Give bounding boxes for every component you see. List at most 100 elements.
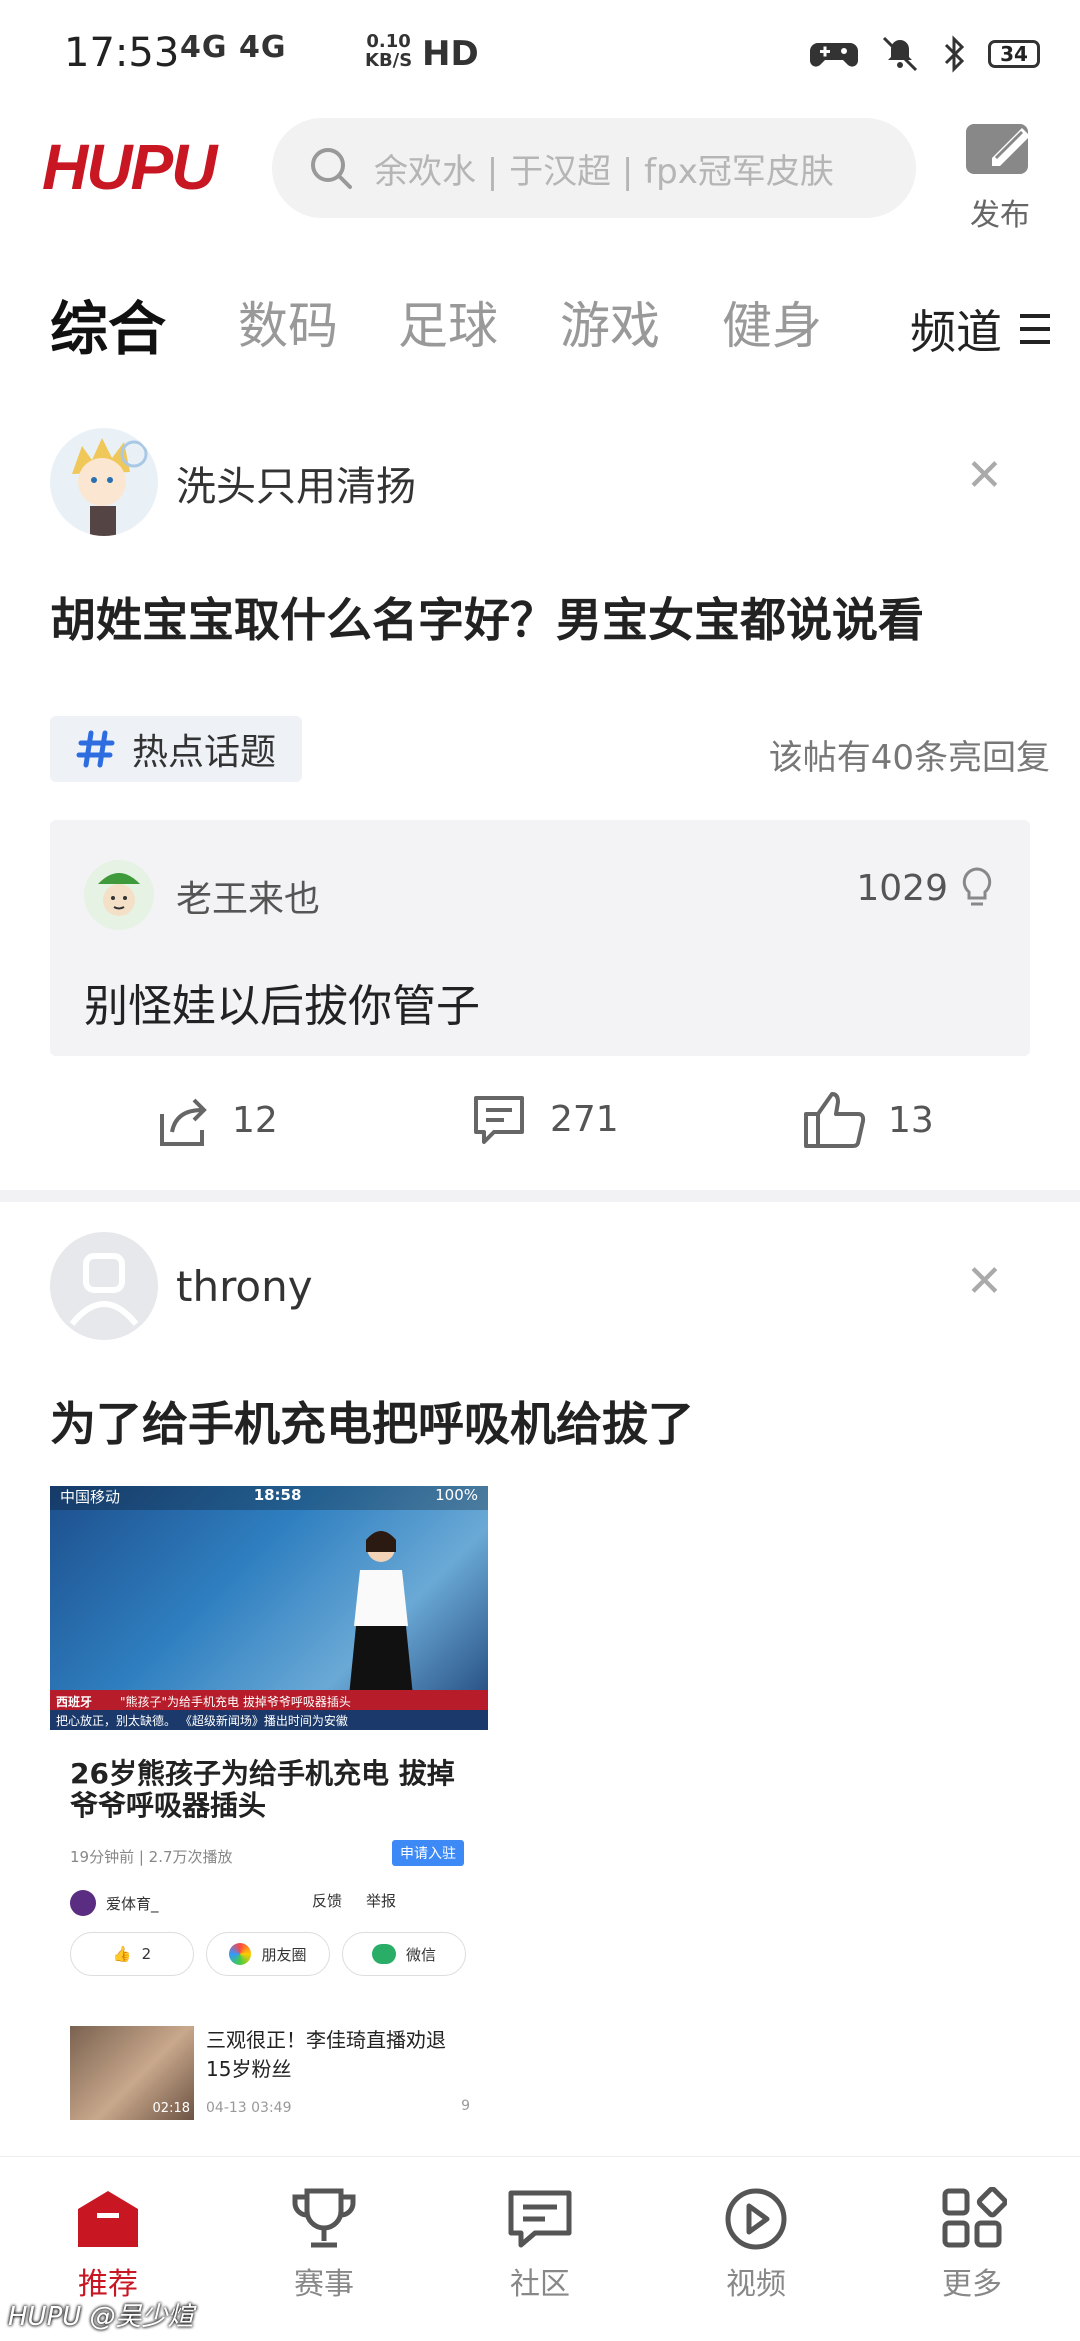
- play-icon: [725, 2188, 787, 2250]
- nav-more[interactable]: 更多: [902, 2186, 1042, 2303]
- network-speed: 0.10 KB/S: [365, 32, 412, 70]
- nav-recommend[interactable]: 推荐: [38, 2187, 178, 2303]
- embedded-author-name: 爱体育_: [106, 1894, 159, 1913]
- battery-indicator: 34: [988, 40, 1040, 68]
- status-time: 17:53: [64, 30, 180, 76]
- share-count: 12: [232, 1099, 278, 1141]
- like-count: 13: [888, 1099, 934, 1141]
- gamepad-icon: [810, 43, 858, 67]
- search-icon: [311, 148, 352, 189]
- embedded-apply-badge: 申请入驻: [392, 1840, 464, 1866]
- publish-label: 发布: [970, 198, 1030, 233]
- embedded-screenshot[interactable]: 中国移动 18:58 100% 西班牙 "熊孩子"为给手机充电 拔掉爷爷呼吸器插…: [50, 1486, 490, 2126]
- embedded-author: 爱体育_: [70, 1890, 159, 1916]
- tab-comprehensive[interactable]: 综合: [50, 282, 166, 366]
- nav-events-label: 赛事: [294, 2267, 354, 2302]
- post-title[interactable]: 胡姓宝宝取什么名字好？男宝女宝都说说看: [50, 584, 924, 650]
- embedded-feedback-row: 反馈 举报: [312, 1890, 396, 1911]
- channel-button[interactable]: 频道: [910, 296, 1050, 362]
- publish-button[interactable]: 发布: [960, 118, 1040, 234]
- embedded-author-avatar: [70, 1890, 96, 1916]
- embedded-like-pill: 👍 2: [70, 1932, 194, 1976]
- default-avatar-icon: [69, 1253, 139, 1326]
- nav-more-label: 更多: [942, 2267, 1002, 2302]
- meme-avatar-icon: [98, 873, 140, 916]
- speed-value: 0.10: [366, 31, 411, 52]
- embedded-like-count: 2: [141, 1945, 152, 1963]
- tab-games[interactable]: 游戏: [560, 286, 660, 358]
- mute-icon: [882, 36, 918, 72]
- network-indicator: 4G 4G: [180, 30, 287, 65]
- tab-football[interactable]: 足球: [398, 286, 498, 358]
- nav-community-label: 社区: [510, 2267, 570, 2302]
- post-actions: 12 271 13: [0, 1090, 1080, 1170]
- edit-icon: [966, 124, 1030, 174]
- post-divider: [0, 1190, 1080, 1202]
- embedded-video-frame: 中国移动 18:58 100% 西班牙 "熊孩子"为给手机充电 拔掉爷爷呼吸器插…: [50, 1486, 488, 1730]
- news-ticker: 西班牙 "熊孩子"为给手机充电 拔掉爷爷呼吸器插头 把心放正，别太缺德。 《超级…: [50, 1690, 488, 1730]
- speed-unit: KB/S: [365, 50, 413, 71]
- like-button[interactable]: 13: [802, 1090, 934, 1150]
- related-comments: 9: [461, 2098, 470, 2114]
- status-icons: 34: [810, 34, 1040, 74]
- related-date: 04-13 03:49: [206, 2100, 292, 2116]
- embedded-meta: 19分钟前 | 2.7万次播放: [70, 1848, 233, 1866]
- reply-text: 别怪娃以后拔你管子: [84, 981, 480, 1032]
- hashtag-icon: [76, 730, 115, 768]
- embedded-report: 举报: [366, 1892, 397, 1910]
- post-author-avatar[interactable]: [50, 1232, 158, 1340]
- post-author-name[interactable]: 洗头只用清扬: [176, 454, 416, 512]
- post-author-name[interactable]: throny: [176, 1262, 313, 1311]
- embedded-video-title: 26岁熊孩子为给手机充电 拔掉爷爷呼吸器插头: [70, 1757, 455, 1822]
- reply-light-value: 1029: [856, 867, 948, 909]
- topic-tag-label: 热点话题: [132, 732, 277, 773]
- tab-digital[interactable]: 数码: [238, 286, 338, 358]
- nav-events[interactable]: 赛事: [254, 2187, 394, 2303]
- post-title[interactable]: 为了给手机充电把呼吸机给拔了: [50, 1388, 694, 1454]
- top-reply[interactable]: 老王来也 1029 别怪娃以后拔你管子: [50, 820, 1030, 1056]
- status-bar: 17:53 4G 4G 0.10 KB/S HD 34: [0, 0, 1080, 110]
- post-author-avatar[interactable]: [50, 428, 158, 536]
- embedded-wechat: 微信: [405, 1945, 436, 1964]
- related-thumbnail: 02:18: [70, 2026, 194, 2120]
- embedded-time: 18:58: [253, 1486, 302, 1504]
- embedded-feedback: 反馈: [312, 1892, 343, 1910]
- nav-video-label: 视频: [726, 2267, 786, 2302]
- embedded-carrier: 中国移动: [60, 1488, 121, 1506]
- hupu-logo[interactable]: HUPU: [42, 130, 217, 204]
- comment-icon: [474, 1096, 524, 1144]
- chat-icon: [508, 2190, 572, 2248]
- nav-community[interactable]: 社区: [470, 2187, 610, 2303]
- ticker-headline: "熊孩子"为给手机充电 拔掉爷爷呼吸器插头: [120, 1695, 351, 1709]
- related-duration: 02:18: [152, 2101, 190, 2116]
- bluetooth-icon: [944, 35, 965, 73]
- menu-icon: [1020, 314, 1050, 344]
- channel-label: 频道: [910, 305, 1002, 359]
- lightbulb-icon: [962, 867, 992, 906]
- embedded-thumbs-up-icon: 👍: [112, 1945, 132, 1963]
- nav-video[interactable]: 视频: [686, 2187, 826, 2303]
- moments-icon: [229, 1943, 252, 1965]
- share-icon: [160, 1098, 207, 1146]
- thumbs-up-icon: [804, 1092, 866, 1148]
- related-title: 三观很正！李佳琦直播劝退15岁粉丝: [206, 2028, 446, 2081]
- reply-light-count[interactable]: 1029: [856, 866, 994, 910]
- wechat-icon: [371, 1944, 396, 1964]
- search-bar[interactable]: 余欢水 | 于汉超 | fpx冠军皮肤: [272, 118, 916, 218]
- hd-indicator: HD: [422, 34, 479, 74]
- anime-avatar-icon: [72, 438, 148, 536]
- reply-author-avatar[interactable]: [84, 860, 154, 930]
- embedded-moments: 朋友圈: [261, 1945, 307, 1964]
- ticker-sub: 把心放正，别太缺德。 《超级新闻场》播出时间为安徽: [56, 1714, 348, 1728]
- tab-fitness[interactable]: 健身: [722, 286, 822, 358]
- close-icon[interactable]: ✕: [966, 1256, 1003, 1307]
- trophy-icon: [292, 2188, 356, 2248]
- comment-button[interactable]: 271: [470, 1090, 619, 1148]
- home-icon: [78, 2191, 138, 2247]
- reply-author-name[interactable]: 老王来也: [176, 870, 320, 922]
- share-button[interactable]: 12: [154, 1090, 278, 1150]
- embedded-moments-pill: 朋友圈: [206, 1932, 330, 1976]
- close-icon[interactable]: ✕: [966, 450, 1003, 501]
- embedded-battery: 100%: [435, 1486, 478, 1504]
- topic-tag[interactable]: 热点话题: [50, 716, 303, 782]
